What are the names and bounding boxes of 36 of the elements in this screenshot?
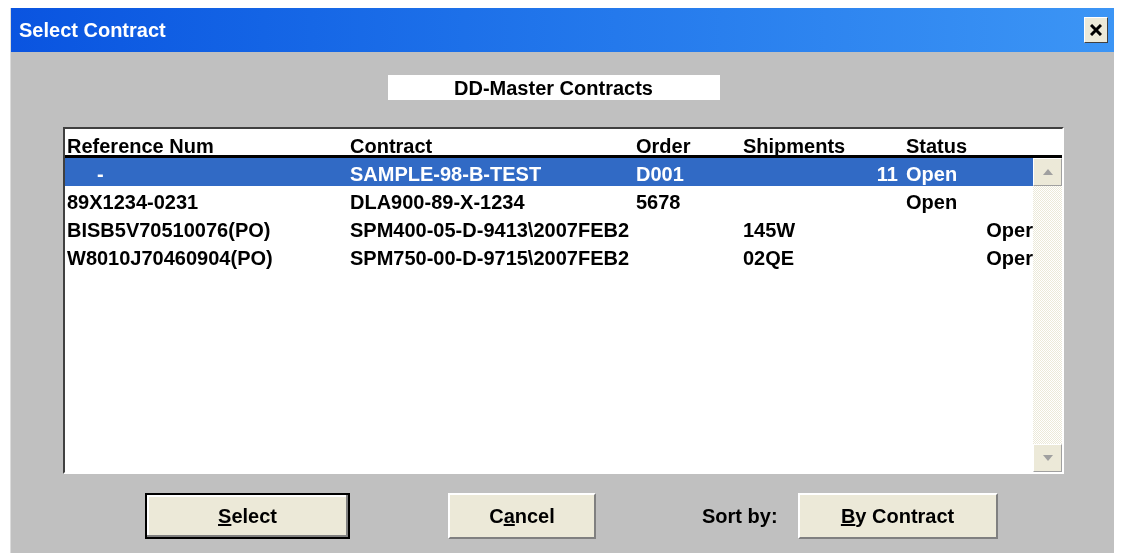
sort-label: Sort by: <box>702 504 778 529</box>
table-cell-text: - <box>97 162 104 187</box>
table-cell-text: 02QE <box>743 246 795 271</box>
up-arrow-icon <box>1042 169 1053 175</box>
table-cell-text: 145W <box>743 218 796 243</box>
table-cell-text: SPM750-00-D-9715\2007FEB2 <box>350 246 630 271</box>
column-header[interactable]: Order <box>636 131 691 161</box>
selected-row[interactable]: - SAMPLE-98-B-TEST D001 11 Open <box>65 158 1033 186</box>
table-cell-text: Oper <box>986 218 1033 243</box>
table-cell-text: W8010J70460904(PO) <box>67 246 273 271</box>
table-cell-text: 5678 <box>636 190 681 215</box>
table-cell-text: SAMPLE-98-B-TEST <box>350 162 542 187</box>
table-cell-text: SPM400-05-D-9413\2007FEB2 <box>350 218 630 243</box>
dialog-button[interactable]: Cancel <box>448 493 596 539</box>
table-cell-text: BISB5V70510076(PO) <box>67 218 271 243</box>
table-cell-text: Oper <box>986 246 1033 271</box>
dialog-button[interactable]: By Contract <box>797 493 998 539</box>
column-header[interactable]: Shipments <box>743 131 846 161</box>
column-header[interactable]: Reference Num <box>67 131 214 161</box>
scroll-down-button[interactable] <box>1033 444 1062 472</box>
scroll-up-button[interactable] <box>1033 158 1062 186</box>
dialog-button[interactable]: Select <box>145 493 350 539</box>
list-heading: DD-Master Contracts <box>387 75 720 100</box>
close-icon <box>1090 24 1102 36</box>
column-header[interactable]: Contract <box>350 131 433 161</box>
table-cell-text: 11 <box>875 162 898 187</box>
window-title: Select Contract <box>19 18 166 43</box>
down-arrow-icon <box>1042 455 1053 461</box>
table-cell-text: D001 <box>636 162 684 187</box>
column-header[interactable]: Status <box>906 131 968 161</box>
scrollbar[interactable] <box>1033 158 1062 472</box>
table-cell-text: Open <box>906 190 958 215</box>
close-button[interactable] <box>1084 17 1108 43</box>
table-cell-text: 89X1234-0231 <box>67 190 199 215</box>
table-cell-text: DLA900-89-X-1234 <box>350 190 525 215</box>
table-cell-text: Open <box>906 162 958 187</box>
